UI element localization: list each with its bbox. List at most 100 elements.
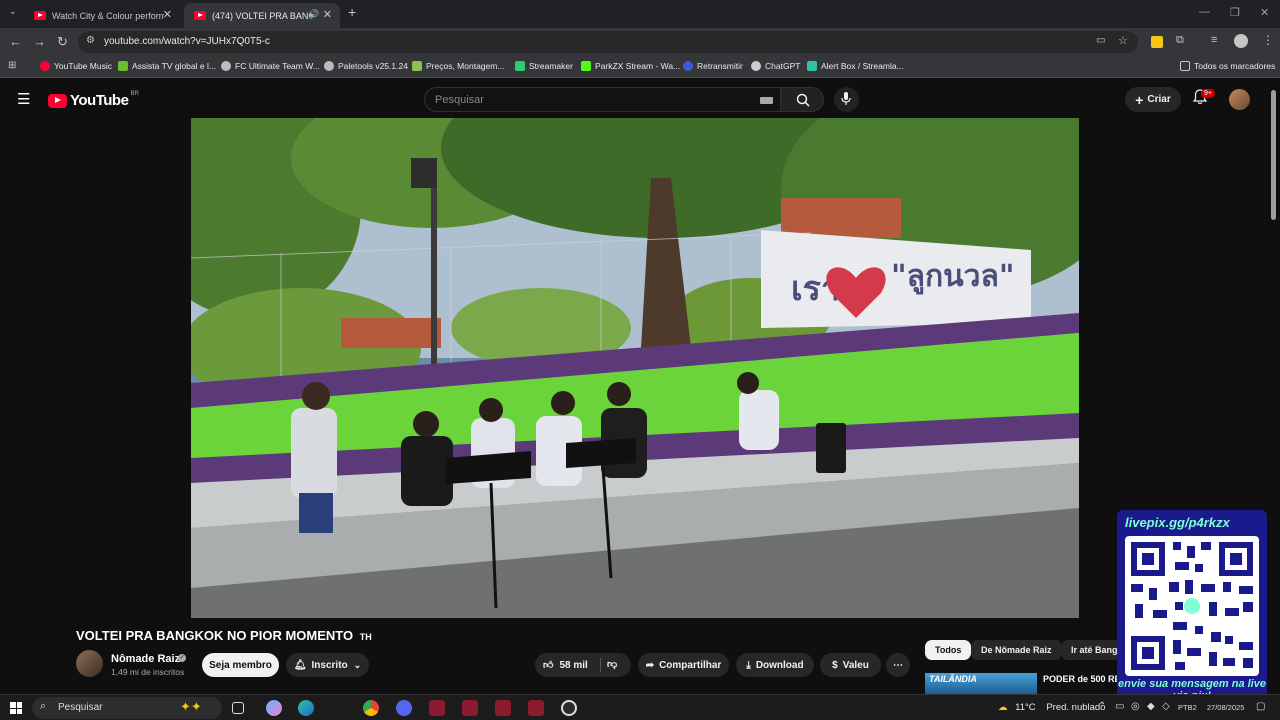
channel-avatar[interactable]	[76, 650, 103, 677]
restore-icon[interactable]: ❐	[1230, 6, 1240, 19]
weather-widget[interactable]: ☁ 11°C Pred. nublado	[998, 702, 1105, 713]
site-info-icon[interactable]: ⚙	[86, 35, 95, 46]
page-scrollbar[interactable]	[1271, 90, 1276, 220]
windows-start-icon[interactable]	[10, 702, 22, 714]
create-button[interactable]: + Criar	[1125, 87, 1181, 112]
cast-icon[interactable]: ▭	[1096, 35, 1105, 46]
chip-all[interactable]: Todos	[925, 640, 972, 660]
video-player[interactable]: เรา "ลูกนวล"	[191, 118, 1079, 618]
close-window-icon[interactable]: ✕	[1260, 6, 1269, 19]
browser-menu-icon[interactable]: ⋮	[1262, 33, 1274, 47]
speaker-icon[interactable]: 🔊	[308, 9, 319, 20]
url-field[interactable]: ⚙ youtube.com/watch?v=JUHx7Q0T5-c ▭ ☆	[78, 31, 1138, 53]
weather-icon: ☁	[998, 702, 1008, 713]
bookmark-item[interactable]: FC Ultimate Team W...	[221, 61, 320, 71]
tray-icon[interactable]: ▭	[1115, 701, 1124, 712]
bookmark-item[interactable]: Retransmitir	[683, 61, 743, 71]
date: 27/08/2025	[1206, 703, 1245, 712]
browser-tab-1[interactable]: Watch City & Colour perform th ✕	[24, 3, 180, 28]
chrome-icon[interactable]	[363, 700, 379, 716]
app-icon[interactable]	[462, 700, 478, 716]
new-tab-icon[interactable]: +	[348, 4, 356, 20]
bookmark-item[interactable]: ChatGPT	[751, 61, 800, 71]
all-bookmarks-label: Todos os marcadores	[1194, 61, 1276, 71]
tray-icon[interactable]: ◆	[1147, 701, 1155, 712]
svg-text:"ลูกนวล": "ลูกนวล"	[891, 259, 1015, 295]
tray-chevron-icon[interactable]: ⌃	[1098, 701, 1106, 712]
obs-icon[interactable]	[561, 700, 577, 716]
chip-topic[interactable]: Ir até Bangkok	[1061, 640, 1121, 660]
taskbar-search[interactable]: ⌕ Pesquisar ✦✦	[32, 697, 222, 719]
tab-title: (474) VOLTEI PRA BANGKOK	[212, 10, 312, 21]
forward-icon[interactable]: →	[33, 34, 46, 49]
thanks-button[interactable]: $ Valeu	[820, 653, 881, 677]
notification-center-icon[interactable]: ▢	[1256, 701, 1265, 712]
media-control-icon[interactable]: ≡	[1211, 34, 1217, 46]
bookmark-favicon-icon	[683, 61, 693, 71]
close-tab-icon[interactable]: ✕	[323, 8, 332, 21]
channel-name[interactable]: Nômade Raiz	[111, 653, 180, 665]
extensions-puzzle-icon[interactable]: ⧉	[1176, 34, 1184, 47]
recommended-video-title[interactable]: PODER de 500 RE TAILÂNDIA (Não	[1043, 674, 1123, 685]
bookmark-star-icon[interactable]: ☆	[1118, 34, 1128, 47]
voice-search-button[interactable]	[834, 87, 859, 112]
like-icon[interactable]: 👍︎	[543, 659, 553, 671]
chip-label: Todos	[935, 645, 962, 655]
like-dislike-group: 👍︎ 58 mil 👎︎	[535, 653, 631, 677]
bookmark-item[interactable]: Paletools v25.1.24	[324, 61, 408, 71]
search-icon: ⌕	[40, 700, 47, 712]
all-bookmarks[interactable]: Todos os marcadores	[1180, 61, 1275, 71]
app-icon[interactable]	[528, 700, 544, 716]
keyboard-icon[interactable]	[760, 97, 773, 104]
apps-grid-icon[interactable]: ⊞	[8, 60, 16, 71]
bookmark-item[interactable]: ParkZX Stream - Wa...	[581, 61, 680, 71]
discord-icon[interactable]	[396, 700, 412, 716]
bookmark-label: Retransmitir	[697, 61, 743, 71]
language-and-date[interactable]: PTB2 27/08/2025	[1178, 703, 1244, 712]
bookmark-item[interactable]: Preços, Montagem...	[412, 61, 504, 71]
bookmark-item[interactable]: Alert Box / Streamla...	[807, 61, 904, 71]
bookmark-item[interactable]: YouTube Music	[40, 61, 112, 71]
create-label: Criar	[1147, 94, 1171, 105]
app-icon[interactable]	[429, 700, 445, 716]
minimize-icon[interactable]: —	[1199, 6, 1210, 18]
taskbar-search-label: Pesquisar	[58, 702, 103, 713]
hamburger-menu-icon[interactable]: ☰	[17, 90, 30, 108]
bookmark-item[interactable]: Assista TV global e l...	[118, 61, 216, 71]
bookmark-favicon-icon	[324, 61, 334, 71]
tab-search-icon[interactable]: ⌄	[9, 6, 17, 17]
recommended-video-thumbnail[interactable]: TAILÂNDIA	[925, 673, 1037, 695]
youtube-logo[interactable]: YouTube BR	[48, 91, 139, 109]
task-view-icon[interactable]	[232, 702, 244, 714]
share-button[interactable]: ➦ Compartilhar	[638, 653, 729, 677]
copilot-icon[interactable]	[266, 700, 282, 716]
thanks-label: Valeu	[842, 659, 869, 671]
super-thanks-icon: $	[832, 659, 838, 671]
tray-icon[interactable]: ◇	[1162, 701, 1170, 712]
back-icon[interactable]: ←	[9, 34, 22, 49]
search-button[interactable]	[780, 87, 824, 112]
profile-icon[interactable]	[1234, 34, 1248, 48]
tray-icon[interactable]: ◎	[1131, 701, 1140, 712]
subscribed-button[interactable]: 🔔︎ Inscrito ⌄	[286, 653, 369, 677]
account-avatar[interactable]	[1229, 89, 1250, 110]
reload-icon[interactable]: ↻	[57, 34, 68, 50]
close-tab-icon[interactable]: ✕	[163, 8, 172, 21]
edge-icon[interactable]	[298, 700, 314, 716]
extension-icon[interactable]	[1151, 36, 1163, 48]
bookmark-favicon-icon	[118, 61, 128, 71]
app-icon[interactable]	[495, 700, 511, 716]
bookmark-item[interactable]: Streamaker	[515, 61, 573, 71]
divider	[600, 658, 601, 672]
download-button[interactable]: ⤓ Download	[736, 653, 814, 677]
chip-from-channel[interactable]: De Nômade Raiz	[971, 640, 1062, 660]
join-button[interactable]: Seja membro	[202, 653, 279, 677]
like-count[interactable]: 58 mil	[559, 660, 587, 671]
more-actions-button[interactable]: ⋯	[886, 653, 910, 677]
search-input[interactable]: Pesquisar	[424, 87, 784, 112]
browser-tab-bar: ⌄ Watch City & Colour perform th ✕ (474)…	[0, 0, 1280, 28]
dislike-icon[interactable]: 👎︎	[607, 658, 617, 670]
search-icon	[796, 93, 810, 107]
mic-icon	[841, 92, 851, 105]
browser-tab-2[interactable]: (474) VOLTEI PRA BANGKOK 🔊 ✕	[184, 3, 340, 28]
